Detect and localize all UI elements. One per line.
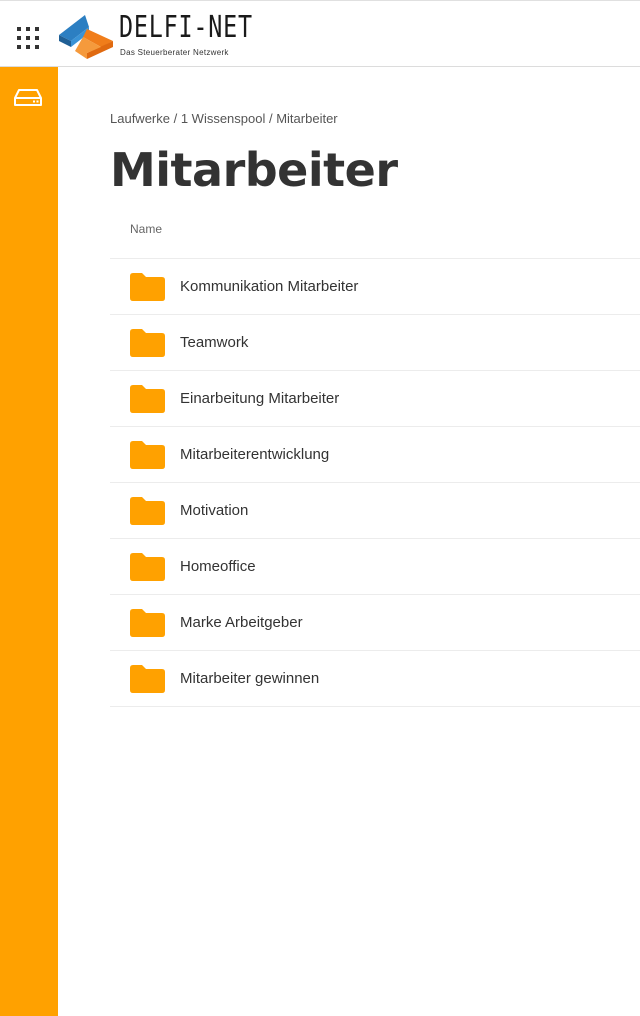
logo-title: DELFI-NET (119, 10, 253, 45)
folder-icon (130, 329, 165, 357)
folder-row-homeoffice[interactable]: Homeoffice (110, 539, 640, 595)
folder-row-motivation[interactable]: Motivation (110, 483, 640, 539)
sidebar (0, 67, 58, 1016)
breadcrumb-item-laufwerke[interactable]: Laufwerke (110, 111, 170, 126)
folder-icon (130, 385, 165, 413)
breadcrumb-item-wissenspool[interactable]: 1 Wissenspool (181, 111, 266, 126)
folder-list: Kommunikation Mitarbeiter Teamwork Einar… (110, 258, 640, 707)
delfi-net-logo[interactable]: DELFI-NET Das Steuerberater Netzwerk (59, 11, 252, 61)
folder-name: Teamwork (180, 334, 249, 351)
breadcrumb: Laufwerke / 1 Wissenspool / Mitarbeiter (110, 111, 338, 126)
folder-row-mitarbeiter-gewinnen[interactable]: Mitarbeiter gewinnen (110, 651, 640, 707)
breadcrumb-separator: / (265, 111, 277, 126)
folder-row-mitarbeiterentwicklung[interactable]: Mitarbeiterentwicklung (110, 427, 640, 483)
folder-row-marke-arbeitgeber[interactable]: Marke Arbeitgeber (110, 595, 640, 651)
logo-mark-icon (59, 15, 113, 59)
folder-name: Mitarbeiter gewinnen (180, 670, 320, 687)
folder-name: Einarbeitung Mitarbeiter (180, 390, 340, 407)
folder-name: Marke Arbeitgeber (180, 614, 303, 631)
folder-row-teamwork[interactable]: Teamwork (110, 315, 640, 371)
folder-name: Mitarbeiterentwicklung (180, 446, 330, 463)
top-header: DELFI-NET Das Steuerberater Netzwerk (0, 0, 640, 67)
folder-icon (130, 553, 165, 581)
folder-name: Homeoffice (180, 558, 256, 575)
breadcrumb-separator: / (169, 111, 181, 126)
breadcrumb-item-current: Mitarbeiter (276, 111, 338, 126)
apps-grid-icon[interactable] (17, 27, 39, 49)
folder-icon (130, 665, 165, 693)
folder-icon (130, 609, 165, 637)
main-content: Laufwerke / 1 Wissenspool / Mitarbeiter … (58, 67, 640, 1016)
logo-subtitle: Das Steuerberater Netzwerk (120, 48, 229, 57)
folder-icon (130, 273, 165, 301)
folder-icon (130, 441, 165, 469)
folder-row-einarbeitung-mitarbeiter[interactable]: Einarbeitung Mitarbeiter (110, 371, 640, 427)
column-header-name[interactable]: Name (130, 222, 162, 236)
drive-icon[interactable] (13, 87, 43, 109)
folder-name: Kommunikation Mitarbeiter (180, 278, 359, 295)
page-title: Mitarbeiter (110, 143, 398, 197)
folder-icon (130, 497, 165, 525)
folder-name: Motivation (180, 502, 249, 519)
folder-row-kommunikation-mitarbeiter[interactable]: Kommunikation Mitarbeiter (110, 259, 640, 315)
